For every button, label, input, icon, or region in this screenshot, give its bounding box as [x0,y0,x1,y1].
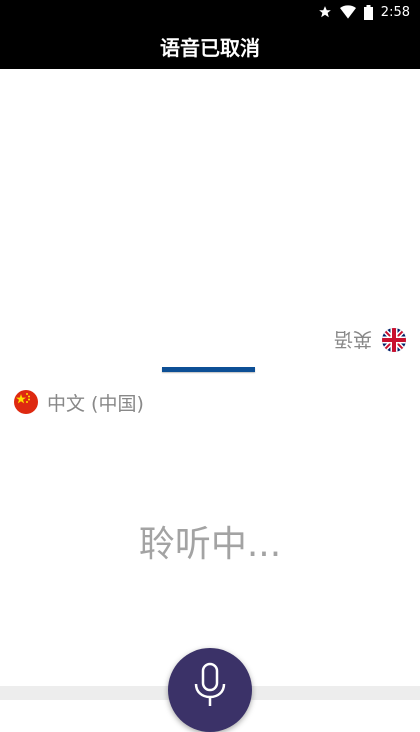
language-divider [162,367,255,372]
status-icons: 2:58 [318,0,410,24]
china-flag-icon [14,390,38,414]
star-icon [318,5,332,19]
source-language-selector[interactable]: 中文 (中国) [14,389,144,415]
source-language-label: 中文 (中国) [47,392,144,415]
target-language-label: 英语 [333,327,372,350]
page-title: 语音已取消 [160,36,260,60]
microphone-button[interactable] [168,648,252,732]
title-bar: 语音已取消 [0,24,420,69]
listening-status: 聆听中... [138,524,282,565]
status-time: 2:58 [380,4,410,20]
battery-icon [363,4,373,20]
uk-flag-icon [382,328,406,352]
wifi-icon [339,5,356,19]
microphone-icon [194,662,226,706]
status-bar: 2:58 [0,0,420,24]
target-language-selector[interactable]: 英语 [334,327,406,353]
